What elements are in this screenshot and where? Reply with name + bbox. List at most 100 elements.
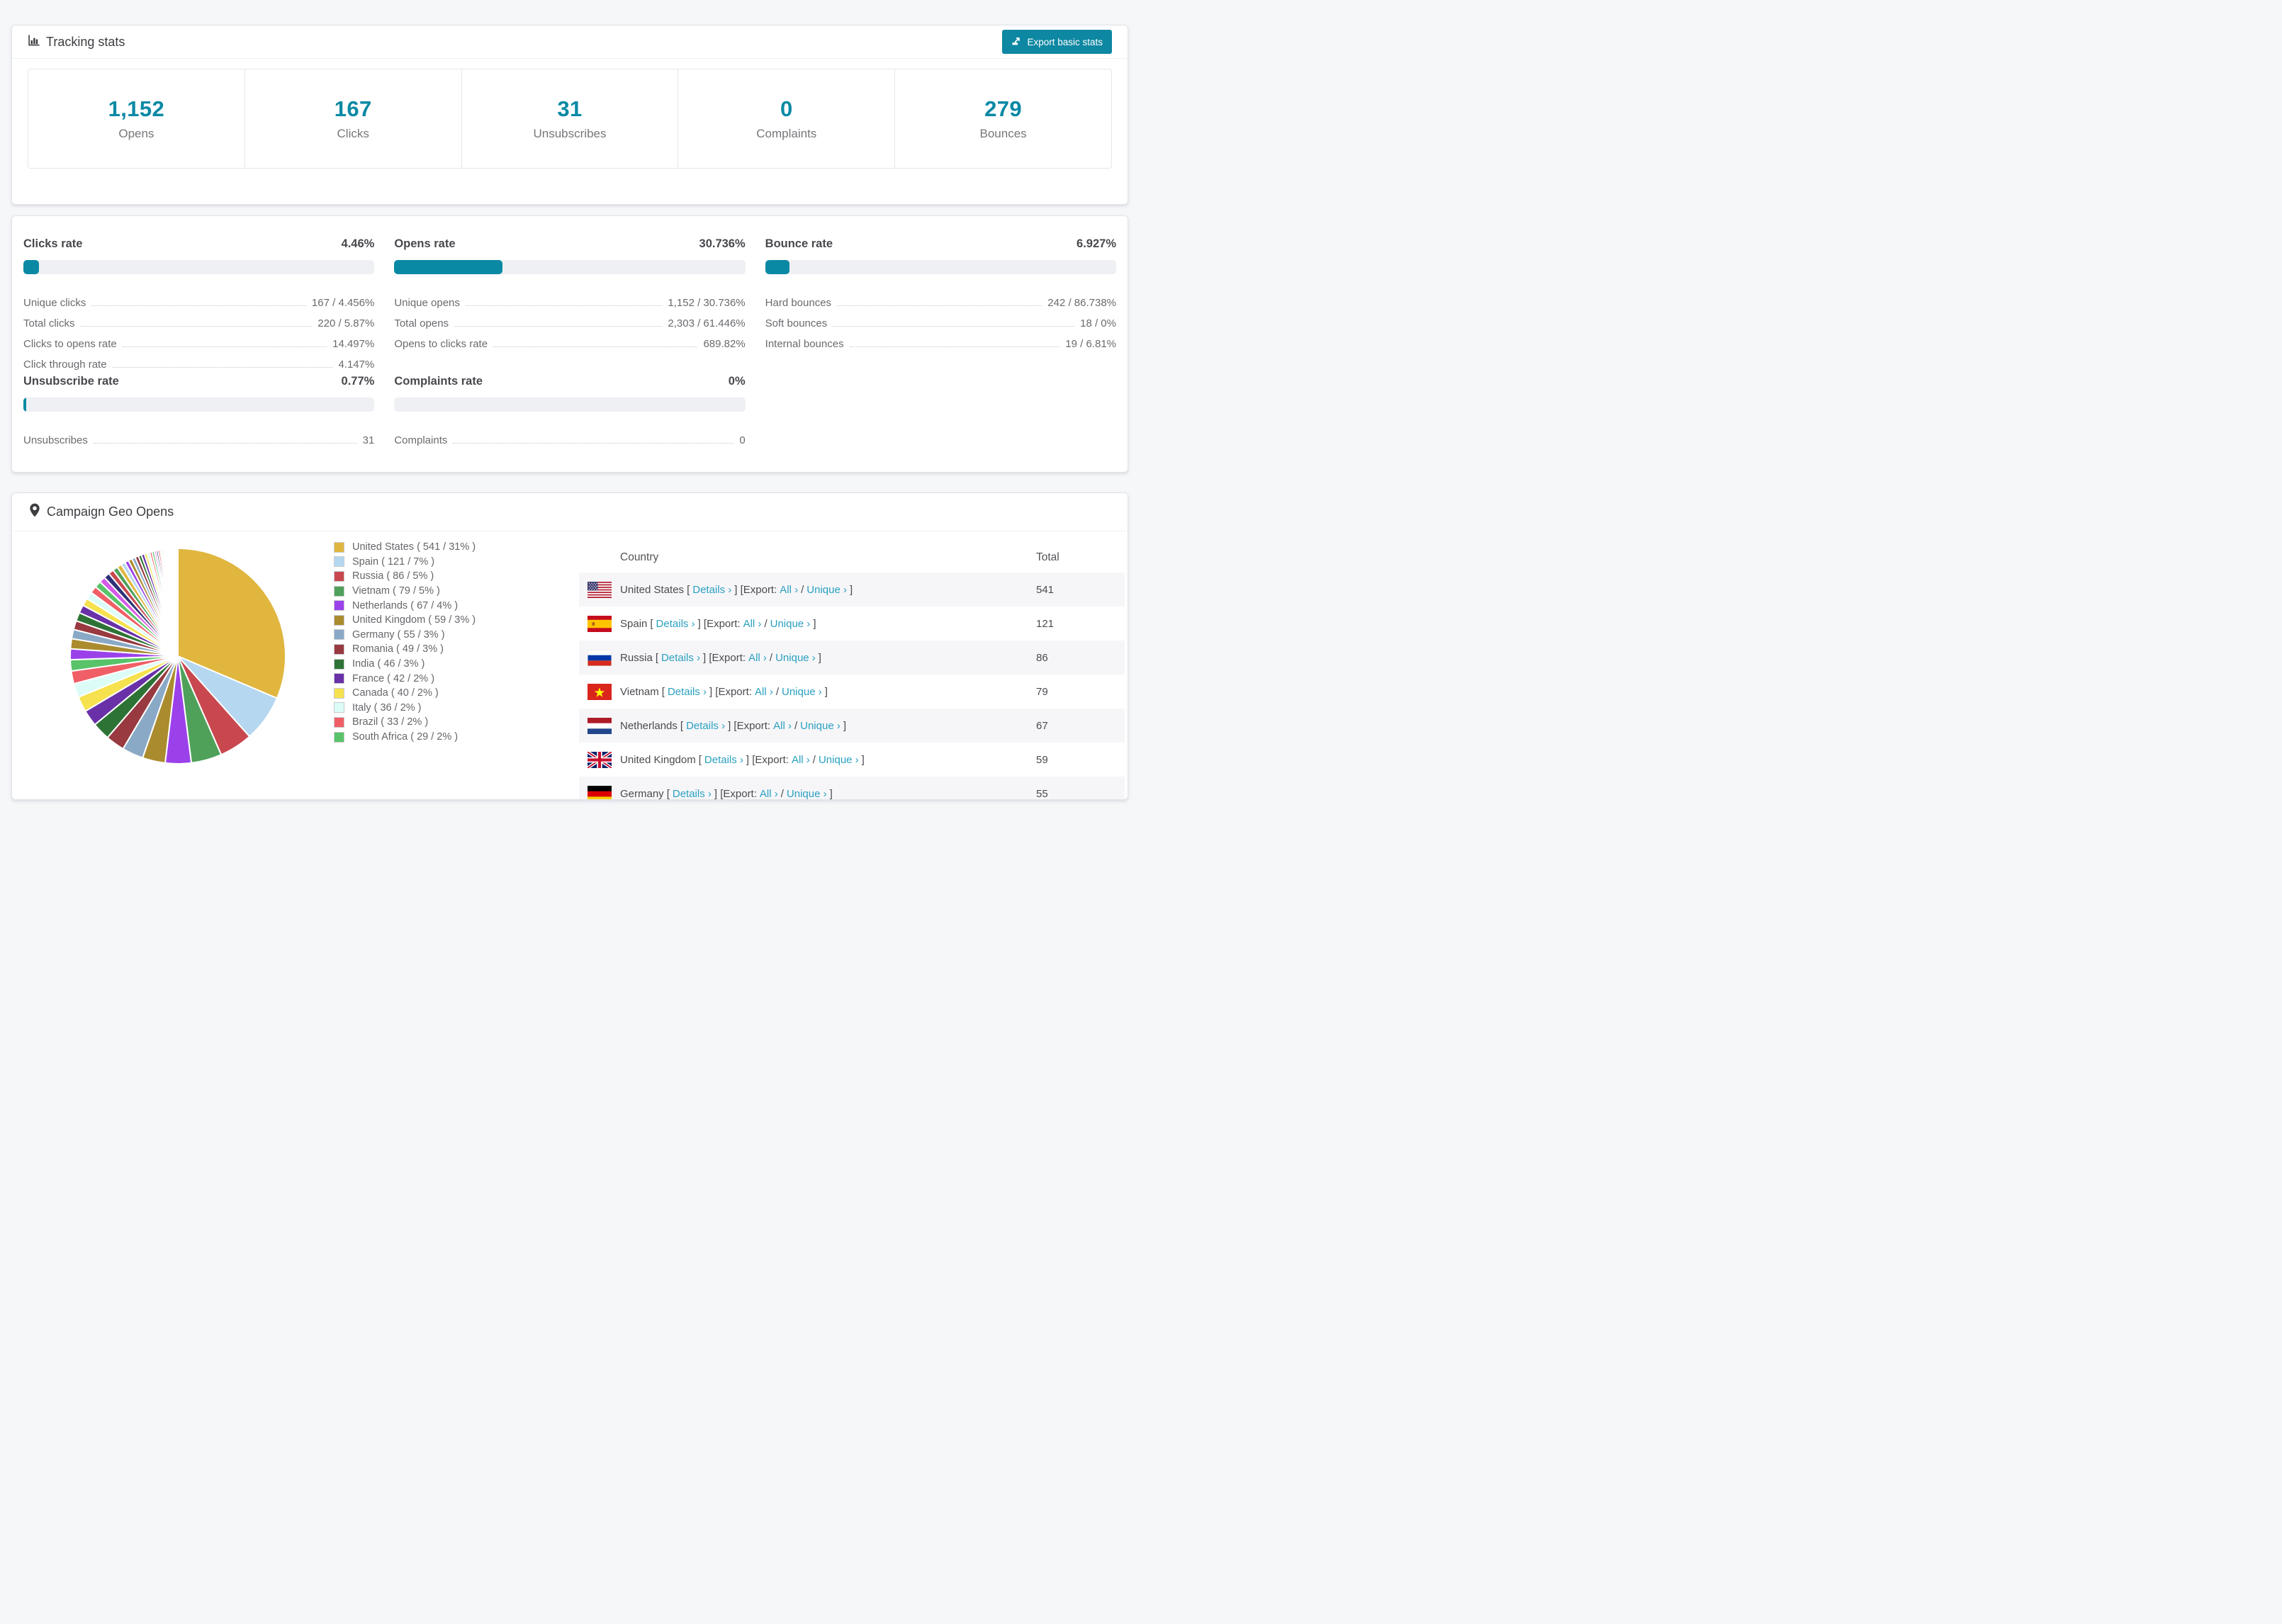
export-unique-link[interactable]: Unique › <box>800 720 841 732</box>
stat-opens: 1,152 Opens <box>28 69 245 168</box>
opens-rate-value: 30.736% <box>699 237 746 250</box>
campaign-geo-opens-card: Campaign Geo Opens United States ( 541 /… <box>11 492 1128 800</box>
geo-opens-pie-chart <box>64 543 291 769</box>
export-basic-stats-button[interactable]: Export basic stats <box>1002 30 1112 54</box>
legend-swatch <box>334 585 344 597</box>
details-link[interactable]: Details › <box>668 686 707 698</box>
legend-swatch <box>334 541 344 553</box>
rate-item: Hard bounces 242 / 86.738% <box>765 297 1116 309</box>
table-row-russia: Russia[Details ›] [Export: All › / Unique ›… <box>579 641 1125 675</box>
opens-rate-bar <box>394 260 746 274</box>
legend-item: Canada ( 40 / 2% ) <box>334 686 476 701</box>
opens-count: 1,152 <box>108 96 165 121</box>
legend-swatch <box>334 702 344 714</box>
legend-swatch <box>334 643 344 655</box>
legend-item: France ( 42 / 2% ) <box>334 671 476 686</box>
export-icon <box>1011 35 1022 48</box>
bounce-rate-title: Bounce rate <box>765 237 833 250</box>
rate-item: Unique clicks 167 / 4.456% <box>23 297 375 309</box>
legend-item: India ( 46 / 3% ) <box>334 657 476 672</box>
geo-title: Campaign Geo Opens <box>29 503 174 521</box>
table-row-united-states: United States[Details ›] [Export: All › / U… <box>579 573 1125 607</box>
export-all-link[interactable]: All › <box>780 584 798 596</box>
legend-item: Vietnam ( 79 / 5% ) <box>334 584 476 599</box>
tracking-stats-title: Tracking stats <box>28 34 125 50</box>
export-unique-link[interactable]: Unique › <box>782 686 822 698</box>
export-unique-link[interactable]: Unique › <box>775 652 816 664</box>
stat-unsubscribes: 31 Unsubscribes <box>462 69 679 168</box>
export-unique-link[interactable]: Unique › <box>806 584 847 596</box>
details-link[interactable]: Details › <box>686 720 725 732</box>
total-column-header: Total <box>1036 551 1060 563</box>
legend-item: United Kingdom ( 59 / 3% ) <box>334 613 476 628</box>
unsubscribe-rate-value: 0.77% <box>341 375 375 388</box>
bounce-rate-bar <box>765 260 1116 274</box>
export-all-link[interactable]: All › <box>792 754 810 766</box>
stat-complaints: 0 Complaints <box>678 69 896 168</box>
country-total: 79 <box>1036 685 1048 698</box>
table-row-spain: Spain[Details ›] [Export: All › / Unique ›]… <box>579 607 1125 641</box>
country-total: 121 <box>1036 617 1055 630</box>
tracking-stats-header: Tracking stats Export basic stats <box>12 26 1128 59</box>
export-unique-link[interactable]: Unique › <box>819 754 859 766</box>
legend-swatch <box>334 658 344 670</box>
export-all-link[interactable]: All › <box>755 686 773 698</box>
geo-table-header: Country Total <box>579 543 1125 573</box>
country-column-header: Country <box>620 551 659 563</box>
clicks-rate-value: 4.46% <box>341 237 375 250</box>
country-name: Germany <box>620 787 664 800</box>
details-link[interactable]: Details › <box>692 584 731 596</box>
complaints-rate-value: 0% <box>728 375 746 388</box>
complaints-rate-title: Complaints rate <box>394 375 483 388</box>
legend-swatch <box>334 716 344 728</box>
legend-item: Spain ( 121 / 7% ) <box>334 555 476 570</box>
geo-title-text: Campaign Geo Opens <box>47 504 174 519</box>
rate-item: Total clicks 220 / 5.87% <box>23 317 375 329</box>
rate-item: Unique opens 1,152 / 30.736% <box>394 297 746 309</box>
details-link[interactable]: Details › <box>656 618 695 630</box>
export-all-link[interactable]: All › <box>760 788 778 800</box>
rate-item: Click through rate 4.147% <box>23 359 375 371</box>
rate-item: Complaints 0 <box>394 434 746 446</box>
map-pin-icon <box>29 503 40 521</box>
country-total: 59 <box>1036 753 1048 766</box>
legend-item: South Africa ( 29 / 2% ) <box>334 730 476 745</box>
geo-countries-table: Country Total United States[Details ›] [… <box>579 543 1125 800</box>
clicks-rate-section: Clicks rate 4.46% Unique clicks 167 / 4.45… <box>23 237 375 371</box>
country-name: Spain <box>620 617 648 630</box>
export-all-link[interactable]: All › <box>743 618 762 630</box>
legend-swatch <box>334 629 344 641</box>
country-name: United Kingdom <box>620 753 696 766</box>
legend-swatch <box>334 600 344 611</box>
unsubscribes-count: 31 <box>557 96 583 121</box>
stat-bounces: 279 Bounces <box>979 96 1027 140</box>
rates-card: Clicks rate 4.46% Unique clicks 167 / 4.45… <box>11 215 1128 473</box>
legend-swatch <box>334 673 344 684</box>
bar-chart-icon <box>28 34 40 50</box>
legend-item: United States ( 541 / 31% ) <box>334 540 476 555</box>
complaints-rate-bar <box>394 397 746 412</box>
country-total: 67 <box>1036 719 1048 732</box>
flag-us-icon <box>588 581 612 598</box>
export-unique-link[interactable]: Unique › <box>770 618 811 630</box>
flag-es-icon <box>588 615 612 632</box>
complaints-count: 0 <box>780 96 793 121</box>
table-row-united-kingdom: United Kingdom[Details ›] [Export: All › /… <box>579 743 1125 777</box>
bounces-count: 279 <box>984 96 1023 121</box>
stat-clicks: 167 Clicks <box>245 69 462 168</box>
table-row-germany: Germany[Details ›] [Export: All › / Unique … <box>579 777 1125 800</box>
details-link[interactable]: Details › <box>704 754 743 766</box>
opens-rate-title: Opens rate <box>394 237 456 250</box>
export-unique-link[interactable]: Unique › <box>787 788 827 800</box>
legend-swatch <box>334 731 344 743</box>
table-row-vietnam: Vietnam[Details ›] [Export: All › / Unique … <box>579 675 1125 709</box>
complaints-rate-section: Complaints rate 0% Complaints 0 <box>394 375 746 446</box>
export-all-link[interactable]: All › <box>773 720 792 732</box>
details-link[interactable]: Details › <box>673 788 712 800</box>
clicks-rate-bar <box>23 260 375 274</box>
country-name: Netherlands <box>620 719 678 732</box>
bounce-rate-section: Bounce rate 6.927% Hard bounces 242 / 86.7… <box>765 237 1116 371</box>
legend-swatch <box>334 614 344 626</box>
export-all-link[interactable]: All › <box>748 652 767 664</box>
details-link[interactable]: Details › <box>661 652 700 664</box>
